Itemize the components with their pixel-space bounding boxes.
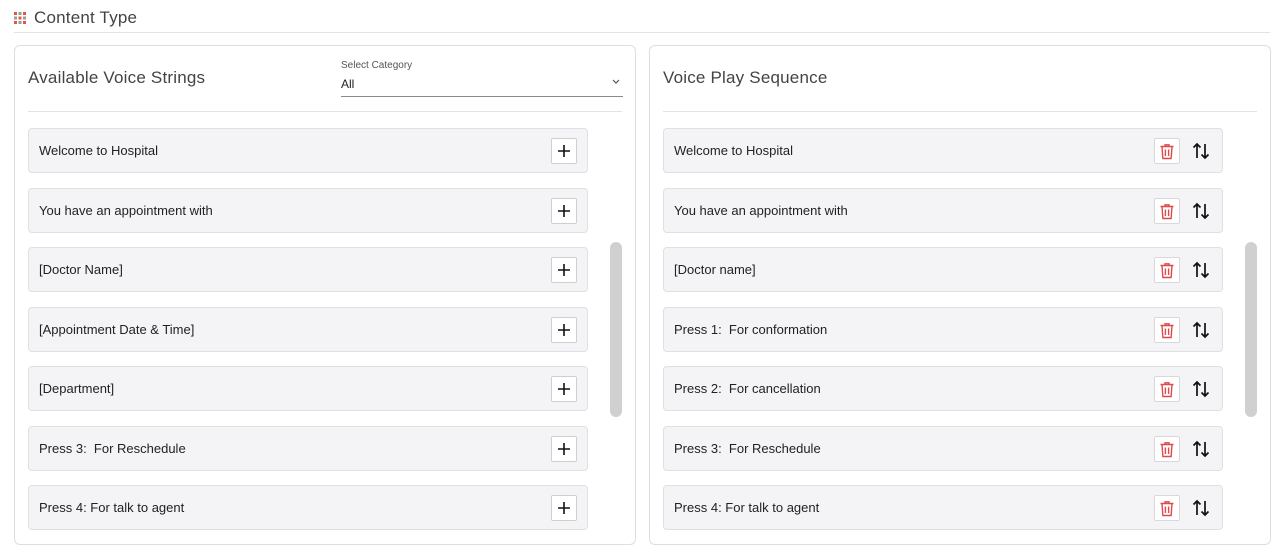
- item-label: Press 2: For cancellation: [674, 381, 821, 396]
- item-label: Press 1: For conformation: [674, 322, 828, 337]
- sort-arrows-icon: [1192, 142, 1210, 160]
- item-label: [Doctor Name]: [39, 262, 123, 277]
- available-panel-title: Available Voice Strings: [28, 68, 206, 87]
- trash-icon: [1160, 500, 1174, 516]
- sort-arrows-icon: [1192, 499, 1210, 517]
- sort-arrows-icon: [1192, 440, 1210, 458]
- plus-icon: [558, 264, 570, 276]
- sort-arrows-icon: [1192, 202, 1210, 220]
- sequence-panel-title: Voice Play Sequence: [663, 68, 828, 87]
- category-select-label: Select Category: [341, 60, 413, 71]
- trash-icon: [1160, 381, 1174, 397]
- sequence-item[interactable]: Welcome to Hospital: [663, 128, 1223, 173]
- item-label: [Department]: [39, 381, 115, 396]
- plus-icon: [558, 383, 570, 395]
- grid-dots-icon: [14, 12, 26, 24]
- item-label: Welcome to Hospital: [39, 143, 158, 158]
- trash-icon: [1160, 262, 1174, 278]
- scrollbar-thumb[interactable]: [1245, 242, 1257, 417]
- plus-icon: [558, 205, 570, 217]
- category-select-value: All: [341, 77, 355, 91]
- chevron-down-icon: [612, 79, 620, 84]
- item-label: [Appointment Date & Time]: [39, 322, 195, 337]
- plus-icon: [558, 324, 570, 336]
- panel-divider: [663, 111, 1257, 112]
- plus-icon: [558, 145, 570, 157]
- reorder-button[interactable]: [1188, 317, 1214, 343]
- delete-button[interactable]: [1154, 138, 1180, 164]
- trash-icon: [1160, 441, 1174, 457]
- available-item[interactable]: You have an appointment with: [28, 188, 588, 233]
- delete-button[interactable]: [1154, 495, 1180, 521]
- available-item[interactable]: [Department]: [28, 366, 588, 411]
- sort-arrows-icon: [1192, 321, 1210, 339]
- item-label: You have an appointment with: [674, 203, 848, 218]
- scrollbar-thumb[interactable]: [610, 242, 622, 417]
- delete-button[interactable]: [1154, 257, 1180, 283]
- sequence-item[interactable]: Press 4: For talk to agent: [663, 485, 1223, 530]
- available-item[interactable]: Welcome to Hospital: [28, 128, 588, 173]
- add-button[interactable]: [551, 198, 577, 224]
- sequence-item[interactable]: Press 2: For cancellation: [663, 366, 1223, 411]
- reorder-button[interactable]: [1188, 257, 1214, 283]
- reorder-button[interactable]: [1188, 138, 1214, 164]
- add-button[interactable]: [551, 317, 577, 343]
- sequence-item[interactable]: You have an appointment with: [663, 188, 1223, 233]
- section-title: Content Type: [34, 8, 138, 27]
- item-label: Press 3: For Reschedule: [39, 441, 186, 456]
- delete-button[interactable]: [1154, 317, 1180, 343]
- item-label: You have an appointment with: [39, 203, 213, 218]
- reorder-button[interactable]: [1188, 436, 1214, 462]
- delete-button[interactable]: [1154, 436, 1180, 462]
- item-label: Press 4: For talk to agent: [39, 500, 185, 515]
- sequence-item[interactable]: Press 1: For conformation: [663, 307, 1223, 352]
- item-label: [Doctor name]: [674, 262, 756, 277]
- sort-arrows-icon: [1192, 380, 1210, 398]
- trash-icon: [1160, 322, 1174, 338]
- plus-icon: [558, 443, 570, 455]
- available-item[interactable]: Press 3: For Reschedule: [28, 426, 588, 471]
- add-button[interactable]: [551, 495, 577, 521]
- item-label: Press 4: For talk to agent: [674, 500, 820, 515]
- reorder-button[interactable]: [1188, 376, 1214, 402]
- item-label: Press 3: For Reschedule: [674, 441, 821, 456]
- reorder-button[interactable]: [1188, 495, 1214, 521]
- panel-divider: [28, 111, 622, 112]
- add-button[interactable]: [551, 376, 577, 402]
- available-scrollbar[interactable]: [610, 242, 622, 417]
- trash-icon: [1160, 203, 1174, 219]
- item-label: Welcome to Hospital: [674, 143, 793, 158]
- sequence-item[interactable]: [Doctor name]: [663, 247, 1223, 292]
- available-item[interactable]: [Doctor Name]: [28, 247, 588, 292]
- available-item[interactable]: [Appointment Date & Time]: [28, 307, 588, 352]
- delete-button[interactable]: [1154, 376, 1180, 402]
- add-button[interactable]: [551, 436, 577, 462]
- delete-button[interactable]: [1154, 198, 1180, 224]
- content-type-header: Content Type: [14, 4, 1270, 33]
- trash-icon: [1160, 143, 1174, 159]
- voice-play-sequence-panel: Voice Play Sequence Welcome to Hospital …: [649, 45, 1271, 545]
- available-voice-strings-panel: Available Voice Strings Select Category …: [14, 45, 636, 545]
- reorder-button[interactable]: [1188, 198, 1214, 224]
- plus-icon: [558, 502, 570, 514]
- available-item[interactable]: Press 4: For talk to agent: [28, 485, 588, 530]
- sequence-item[interactable]: Press 3: For Reschedule: [663, 426, 1223, 471]
- category-select[interactable]: Select Category All: [341, 60, 623, 97]
- sequence-scrollbar[interactable]: [1245, 242, 1257, 417]
- add-button[interactable]: [551, 138, 577, 164]
- add-button[interactable]: [551, 257, 577, 283]
- sort-arrows-icon: [1192, 261, 1210, 279]
